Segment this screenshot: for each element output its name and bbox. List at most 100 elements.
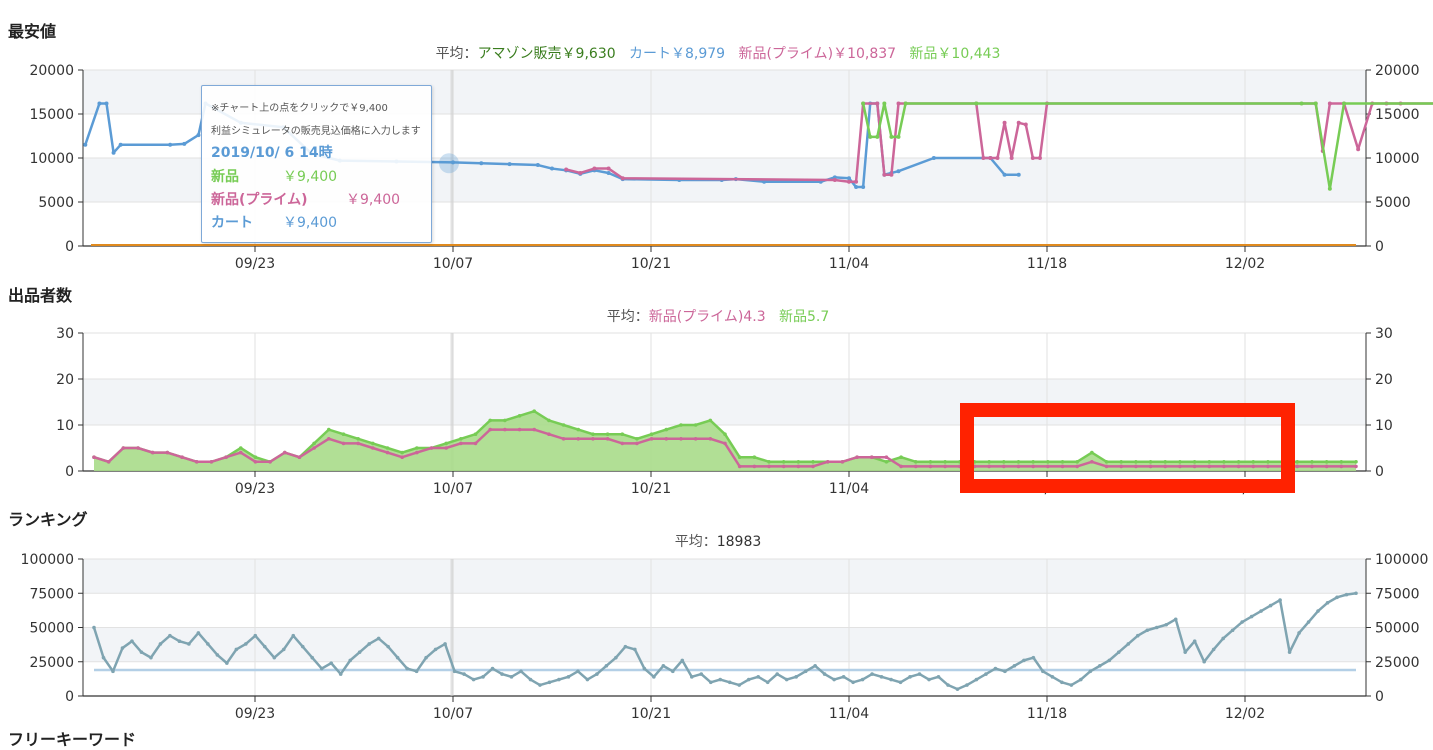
series-point bbox=[1135, 633, 1140, 638]
series-point bbox=[444, 446, 448, 450]
y-tick-label-right: 15000 bbox=[1375, 107, 1420, 123]
series-point bbox=[693, 423, 698, 427]
series-point bbox=[913, 460, 918, 464]
series-point bbox=[310, 655, 315, 660]
series-point bbox=[1098, 664, 1102, 668]
series-point bbox=[1046, 464, 1050, 469]
series-point bbox=[106, 460, 111, 464]
series-point bbox=[882, 172, 887, 177]
tooltip-row-label: 新品(プライム) bbox=[211, 192, 308, 208]
y-tick-label-right: 20000 bbox=[1375, 63, 1420, 79]
average-item: 新品￥10,443 bbox=[896, 46, 1000, 62]
series-point bbox=[1163, 464, 1168, 469]
y-tick-label-right: 20 bbox=[1375, 372, 1393, 388]
series-point bbox=[168, 633, 172, 638]
series-point bbox=[847, 179, 851, 184]
series-point bbox=[1088, 669, 1093, 674]
y-tick-label-right: 100000 bbox=[1375, 552, 1428, 568]
average-prefix: 平均： bbox=[436, 46, 478, 62]
series-point bbox=[481, 675, 485, 679]
series-point bbox=[341, 432, 346, 437]
series-point bbox=[1297, 631, 1301, 635]
series-point bbox=[737, 683, 742, 687]
series-point bbox=[737, 464, 742, 469]
series-point bbox=[1354, 591, 1358, 596]
series-point bbox=[1126, 642, 1131, 646]
series-point bbox=[875, 134, 880, 139]
y-tick-label-left: 30 bbox=[56, 326, 74, 342]
series-point bbox=[272, 655, 277, 660]
series-point bbox=[532, 427, 537, 432]
series-point bbox=[620, 176, 625, 181]
x-tick-label: 12/02 bbox=[1225, 706, 1265, 722]
series-point bbox=[620, 432, 625, 437]
series-point bbox=[121, 446, 126, 450]
series-point bbox=[811, 464, 815, 469]
series-point bbox=[1163, 460, 1168, 464]
series-point bbox=[1154, 625, 1159, 630]
series-point bbox=[443, 642, 447, 646]
y-tick-label-right: 50000 bbox=[1375, 621, 1420, 637]
series-point bbox=[1222, 460, 1226, 464]
series-point bbox=[253, 460, 258, 464]
x-tick-label: 10/07 bbox=[433, 481, 473, 497]
series-point bbox=[781, 460, 786, 464]
series-point bbox=[479, 161, 484, 166]
series-point bbox=[708, 418, 713, 423]
series-point bbox=[1145, 628, 1150, 633]
series-point bbox=[473, 432, 478, 437]
series-point bbox=[194, 460, 199, 464]
series-point bbox=[606, 170, 611, 175]
series-point bbox=[341, 441, 346, 446]
series-point bbox=[1278, 598, 1282, 602]
series-point bbox=[1327, 101, 1332, 106]
series-point bbox=[974, 101, 979, 106]
series-point bbox=[1003, 669, 1007, 674]
series-point bbox=[993, 666, 998, 671]
series-point bbox=[1236, 460, 1241, 464]
series-point bbox=[111, 669, 115, 674]
series-point bbox=[1207, 464, 1212, 469]
series-point bbox=[649, 437, 654, 441]
series-point bbox=[642, 666, 647, 671]
y-tick-label-right: 5000 bbox=[1375, 195, 1411, 211]
series-point bbox=[591, 432, 595, 437]
chart-panel-2: 0 010 1020 2030 3009/23 10/07 10/21 11/04 11/18 1… bbox=[56, 309, 1393, 497]
series-point bbox=[312, 441, 316, 446]
series-point bbox=[943, 464, 947, 469]
x-tick-label: 11/04 bbox=[829, 481, 869, 497]
series-point bbox=[649, 432, 654, 437]
series-point bbox=[187, 642, 191, 646]
series-point bbox=[605, 437, 610, 441]
series-point bbox=[781, 464, 786, 469]
series-point bbox=[606, 166, 611, 171]
average-legend: 平均：18983 bbox=[675, 534, 762, 550]
series-point bbox=[1119, 464, 1124, 469]
series-point bbox=[371, 446, 375, 450]
y-tick-label-right: 0 bbox=[1375, 689, 1384, 705]
series-point bbox=[1202, 659, 1206, 664]
series-point bbox=[371, 441, 375, 446]
series-point bbox=[238, 446, 243, 450]
series-point bbox=[604, 664, 609, 668]
series-point bbox=[1310, 464, 1314, 469]
average-legend: 平均：新品(プライム)4.3 新品5.7 bbox=[607, 309, 830, 325]
series-point bbox=[908, 675, 912, 679]
series-point bbox=[875, 101, 880, 106]
series-point bbox=[1002, 120, 1007, 125]
series-point bbox=[225, 661, 229, 665]
series-point bbox=[928, 464, 933, 469]
series-point bbox=[386, 644, 390, 649]
series-point bbox=[825, 460, 830, 464]
series-point bbox=[861, 101, 866, 106]
series-point bbox=[535, 163, 540, 168]
series-point bbox=[149, 655, 153, 660]
series-point bbox=[356, 437, 360, 441]
y-tick-label-right: 0 bbox=[1375, 239, 1384, 255]
tooltip-date: 2019/10/ 6 14時 bbox=[211, 145, 333, 161]
series-point bbox=[400, 450, 404, 455]
series-point bbox=[1313, 101, 1318, 106]
series-point bbox=[253, 455, 258, 460]
series-point bbox=[356, 441, 360, 446]
x-tick-label: 09/23 bbox=[235, 256, 275, 272]
